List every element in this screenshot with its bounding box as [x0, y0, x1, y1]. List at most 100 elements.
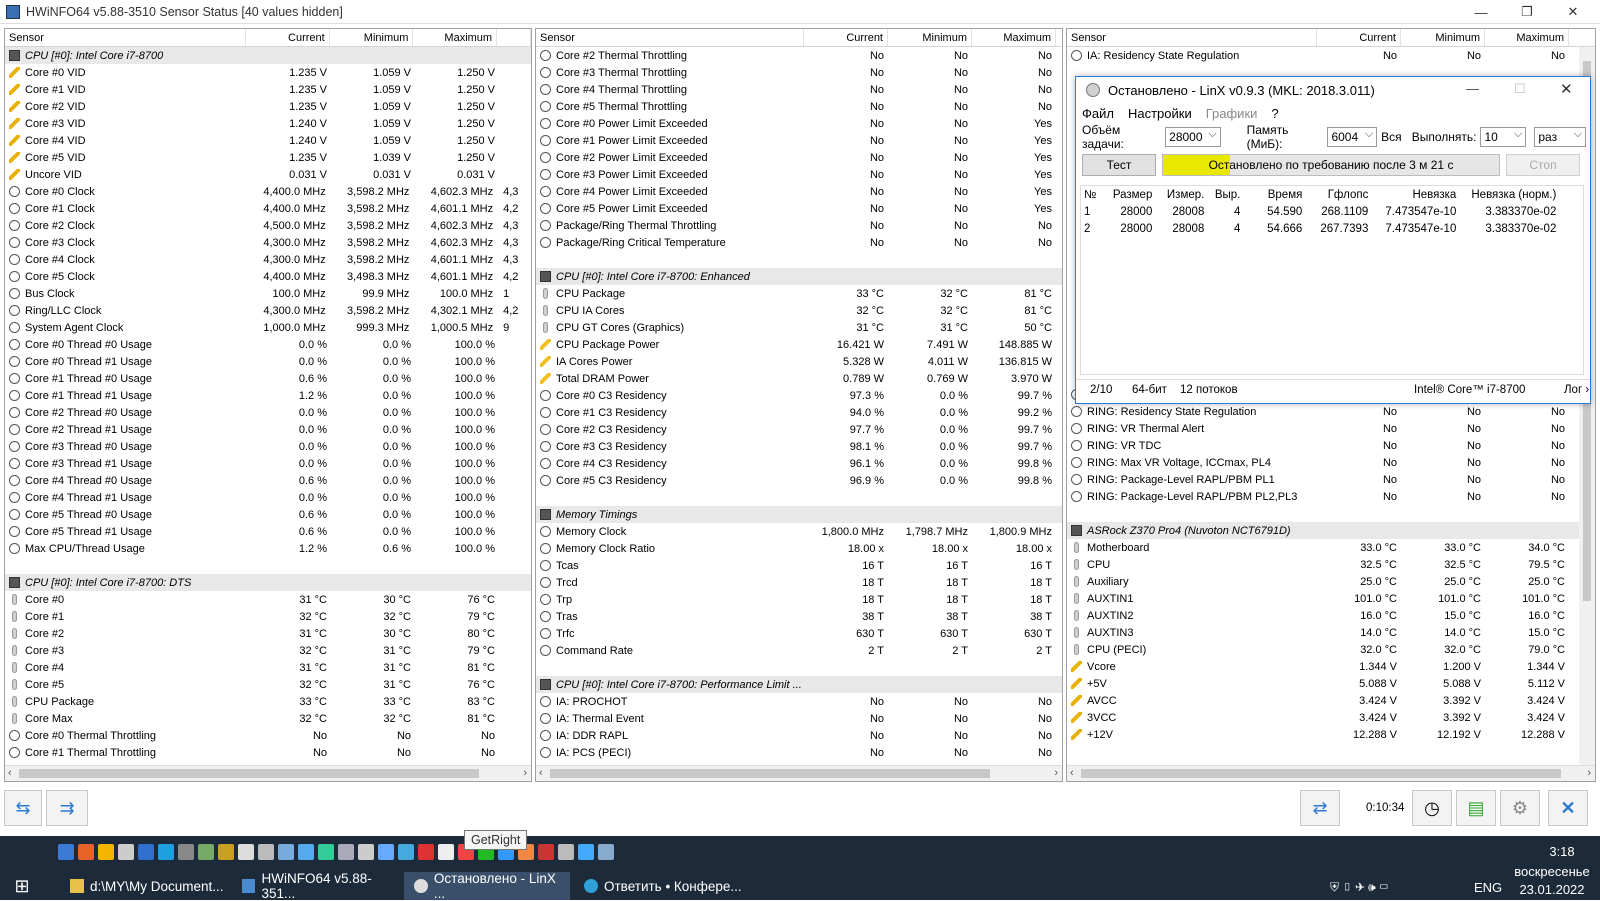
sensor-row[interactable]: Motherboard 33.0 °C 33.0 °C 34.0 °C	[1067, 539, 1595, 556]
col-residual-norm[interactable]: Невязка (норм.)	[1459, 186, 1559, 203]
sensor-row[interactable]: Core #3 32 °C 31 °C 79 °C	[5, 642, 531, 659]
menu-graphs[interactable]: Графики	[1206, 106, 1258, 121]
clock-time[interactable]: 3:18	[1532, 844, 1592, 859]
sensor-row[interactable]: Core #2 Thread #0 Usage 0.0 % 0.0 % 100.0 %	[5, 404, 531, 421]
sensor-row[interactable]: Bus Clock 100.0 MHz 99.9 MHz 100.0 MHz 1	[5, 285, 531, 302]
quick-launch-icon[interactable]	[538, 844, 554, 860]
sensor-row[interactable]: IA: Thermal Event No No No	[536, 710, 1062, 727]
sensor-row[interactable]: Core #5 VID 1.235 V 1.039 V 1.250 V	[5, 149, 531, 166]
sensor-row[interactable]: Tcas 16 T 16 T 16 T	[536, 557, 1062, 574]
col-maximum[interactable]: Maximum	[413, 29, 498, 46]
horizontal-scrollbar[interactable]: ‹ ›	[536, 765, 1062, 781]
col-num[interactable]: №	[1081, 186, 1099, 203]
sensor-row[interactable]: Package/Ring Thermal Throttling No No No	[536, 217, 1062, 234]
expand-arrows-icon[interactable]: ⇆	[4, 790, 42, 826]
sensor-row[interactable]: Command Rate 2 T 2 T 2 T	[536, 642, 1062, 659]
col-current[interactable]: Current	[246, 29, 330, 46]
quick-launch-icon[interactable]	[258, 844, 274, 860]
col-minimum[interactable]: Minimum	[330, 29, 414, 46]
quick-launch-icon[interactable]	[98, 844, 114, 860]
col-minimum[interactable]: Minimum	[1401, 29, 1485, 46]
sensor-row[interactable]: Core #2 Thread #1 Usage 0.0 % 0.0 % 100.0 %	[5, 421, 531, 438]
col-gflops[interactable]: Гфлопс	[1305, 186, 1371, 203]
settings-gear-icon[interactable]: ⚙	[1500, 790, 1540, 826]
restore-button[interactable]: ❐	[1504, 0, 1550, 24]
close-window-button[interactable]: ✕	[1550, 0, 1596, 24]
sensor-row[interactable]: +12V 12.288 V 12.192 V 12.288 V	[1067, 726, 1595, 743]
sensor-row[interactable]: System Agent Clock 1,000.0 MHz 999.3 MHz 1,…	[5, 319, 531, 336]
scroll-right-icon[interactable]: ›	[1054, 767, 1058, 779]
sensor-row[interactable]: IA: Residency State Regulation No No No	[1067, 47, 1595, 64]
taskbar-app-linx[interactable]: Остановлено - LinX ...	[404, 871, 570, 901]
col-maximum[interactable]: Maximum	[1485, 29, 1569, 46]
quick-launch-icon[interactable]	[398, 844, 414, 860]
quick-launch-icon[interactable]	[358, 844, 374, 860]
sensor-row[interactable]: Core #3 Thread #1 Usage 0.0 % 0.0 % 100.0 %	[5, 455, 531, 472]
col-current[interactable]: Current	[804, 29, 888, 46]
linx-window[interactable]: Остановлено - LinX v0.9.3 (MKL: 2018.3.0…	[1075, 76, 1591, 404]
scroll-left-icon[interactable]: ‹	[8, 767, 12, 779]
sensor-row[interactable]: Core #1 Thermal Throttling No No No	[5, 744, 531, 761]
network-icon[interactable]: ⇄	[1300, 790, 1340, 826]
report-icon[interactable]: ▤	[1456, 790, 1496, 826]
quick-launch-icon[interactable]	[378, 844, 394, 860]
clock-day[interactable]: воскресенье	[1510, 864, 1594, 879]
sensor-row[interactable]: Core #5 Thread #0 Usage 0.6 % 0.0 % 100.0 %	[5, 506, 531, 523]
quick-launch-icon[interactable]	[78, 844, 94, 860]
col-current[interactable]: Current	[1317, 29, 1401, 46]
menu-settings[interactable]: Настройки	[1128, 106, 1192, 121]
quick-launch-icon[interactable]	[298, 844, 314, 860]
quick-launch-icon[interactable]	[158, 844, 174, 860]
sensor-row[interactable]: Core #1 Thread #0 Usage 0.6 % 0.0 % 100.0 %	[5, 370, 531, 387]
quick-launch-icon[interactable]	[58, 844, 74, 860]
language-indicator[interactable]: ENG	[1474, 880, 1502, 895]
sensor-row[interactable]: RING: Package-Level RAPL/PBM PL1 No No No	[1067, 471, 1595, 488]
col-size[interactable]: Размер	[1099, 186, 1155, 203]
sensor-row[interactable]: CPU Package Power 16.421 W 7.491 W 148.885 …	[536, 336, 1062, 353]
sensor-row[interactable]: Core #1 Clock 4,400.0 MHz 3,598.2 MHz 4,601…	[5, 200, 531, 217]
sensor-row[interactable]: Trcd 18 T 18 T 18 T	[536, 574, 1062, 591]
sensor-group-header[interactable]: CPU [#0]: Intel Core i7-8700: Performanc…	[536, 676, 1062, 693]
sensor-row[interactable]: Core #3 Thread #0 Usage 0.0 % 0.0 % 100.0 %	[5, 438, 531, 455]
sensor-row[interactable]: Core #0 Thread #0 Usage 0.0 % 0.0 % 100.0 %	[5, 336, 531, 353]
sensor-row[interactable]: Core #1 Power Limit Exceeded No No Yes	[536, 132, 1062, 149]
col-dim[interactable]: Измер.	[1155, 186, 1207, 203]
sensor-row[interactable]: Core #3 C3 Residency 98.1 % 0.0 % 99.7 %	[536, 438, 1062, 455]
sensor-row[interactable]: Core Max 32 °C 32 °C 81 °C	[5, 710, 531, 727]
memory-select[interactable]: 6004	[1327, 127, 1378, 147]
sensor-row[interactable]: Auxiliary 25.0 °C 25.0 °C 25.0 °C	[1067, 573, 1595, 590]
sensor-row[interactable]: CPU Package 33 °C 32 °C 81 °C	[536, 285, 1062, 302]
sensor-row[interactable]: Core #4 Thread #0 Usage 0.6 % 0.0 % 100.0 %	[5, 472, 531, 489]
sensor-group-header[interactable]: ASRock Z370 Pro4 (Nuvoton NCT6791D)	[1067, 522, 1595, 539]
test-button[interactable]: Тест	[1082, 154, 1156, 176]
run-unit-select[interactable]: раз	[1534, 127, 1586, 147]
quick-launch-icon[interactable]	[118, 844, 134, 860]
sensor-row[interactable]: Core #5 C3 Residency 96.9 % 0.0 % 99.8 %	[536, 472, 1062, 489]
sensor-row[interactable]: Core #5 Thermal Throttling No No No	[536, 98, 1062, 115]
sensor-row[interactable]: Core #1 C3 Residency 94.0 % 0.0 % 99.2 %	[536, 404, 1062, 421]
tray-icons[interactable]: ⛨ ▯ ✈ 🕪 ▭	[1330, 880, 1389, 895]
result-row[interactable]: 1 28000 28008 4 54.590 268.1109 7.473547e-10 3.…	[1081, 203, 1559, 220]
scroll-right-icon[interactable]: ›	[523, 767, 527, 779]
sensor-row[interactable]: Core #5 Clock 4,400.0 MHz 3,498.3 MHz 4,601…	[5, 268, 531, 285]
close-button[interactable]: ✕	[1560, 80, 1573, 98]
sensor-row[interactable]: Package/Ring Critical Temperature No No No	[536, 234, 1062, 251]
sensor-row[interactable]: IA Cores Power 5.328 W 4.011 W 136.815 W	[536, 353, 1062, 370]
sensor-row[interactable]: Core #2 Power Limit Exceeded No No Yes	[536, 149, 1062, 166]
sensor-row[interactable]: Core #4 Clock 4,300.0 MHz 3,598.2 MHz 4,601…	[5, 251, 531, 268]
sensor-row[interactable]: Core #1 VID 1.235 V 1.059 V 1.250 V	[5, 81, 531, 98]
scroll-left-icon[interactable]: ‹	[1070, 767, 1074, 779]
sensor-row[interactable]: Total DRAM Power 0.789 W 0.769 W 3.970 W	[536, 370, 1062, 387]
minimize-button[interactable]: —	[1458, 0, 1504, 24]
quick-launch-icon[interactable]	[178, 844, 194, 860]
horizontal-scrollbar[interactable]: ‹ ›	[5, 765, 531, 781]
size-select[interactable]: 28000	[1165, 127, 1221, 147]
start-windows-icon[interactable]: ⊞	[8, 872, 36, 900]
sensor-row[interactable]: AUXTIN2 16.0 °C 15.0 °C 16.0 °C	[1067, 607, 1595, 624]
sensor-row[interactable]: Memory Clock Ratio 18.00 x 18.00 x 18.00 x	[536, 540, 1062, 557]
quick-launch-icon[interactable]	[438, 844, 454, 860]
clock-date[interactable]: 23.01.2022	[1510, 882, 1594, 897]
run-count-select[interactable]: 10	[1480, 127, 1527, 147]
sensor-row[interactable]: +5V 5.088 V 5.088 V 5.112 V	[1067, 675, 1595, 692]
quick-launch-icon[interactable]	[238, 844, 254, 860]
